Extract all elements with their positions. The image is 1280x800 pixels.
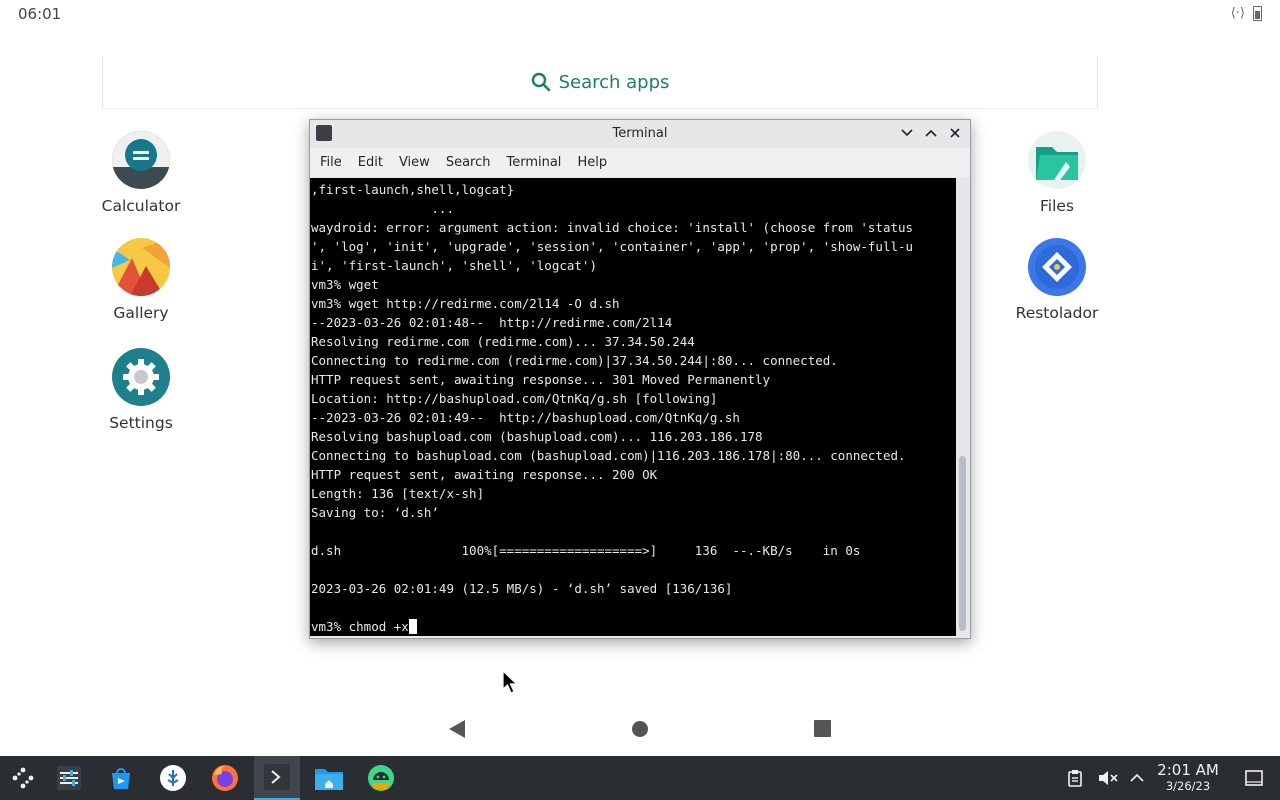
terminal-line: ...: [311, 201, 454, 216]
taskbar-konsole[interactable]: [254, 756, 300, 800]
clock-date: 3/26/23: [1165, 779, 1211, 793]
terminal-line: Connecting to bashupload.com (bashupload…: [311, 448, 906, 463]
close-icon: [950, 128, 960, 138]
terminal-line: Length: 136 [text/x-sh]: [311, 486, 485, 501]
app-launcher-icon: [12, 767, 34, 789]
menu-file[interactable]: File: [312, 155, 350, 170]
menu-bar: File Edit View Search Terminal Help: [310, 148, 970, 177]
taskbar-discover[interactable]: [98, 756, 144, 800]
app-gallery[interactable]: Gallery: [81, 238, 201, 322]
terminal-line: vm3% chmod +x: [311, 619, 409, 634]
status-icons: ⟨·⟩: [1231, 6, 1262, 21]
terminal-line: vm3% wget http://redirme.com/2l14 -O d.s…: [311, 296, 620, 311]
settings-icon: [112, 348, 170, 406]
app-launcher-button[interactable]: [0, 756, 46, 800]
recents-icon[interactable]: [814, 720, 831, 737]
menu-search[interactable]: Search: [438, 155, 499, 170]
search-placeholder: Search apps: [558, 71, 670, 93]
taskbar-steam[interactable]: [150, 756, 196, 800]
terminal-line: Location: http://bashupload.com/QtnKq/g.…: [311, 391, 718, 406]
konsole-icon: [264, 764, 290, 790]
window-title: Terminal: [612, 126, 668, 141]
terminal-line: HTTP request sent, awaiting response... …: [311, 372, 771, 387]
terminal-line: Resolving bashupload.com (bashupload.com…: [311, 429, 763, 444]
menu-terminal[interactable]: Terminal: [498, 155, 569, 170]
close-button[interactable]: [946, 124, 964, 142]
home-icon[interactable]: [632, 721, 648, 737]
text-cursor: [408, 619, 417, 634]
app-label: Gallery: [113, 304, 169, 322]
terminal-line: --2023-03-26 02:01:48-- http://redirme.c…: [311, 315, 673, 330]
app-files[interactable]: Files: [997, 131, 1117, 215]
app-restolador[interactable]: Restolador: [997, 238, 1117, 322]
waydroid-icon: [368, 765, 394, 791]
title-bar[interactable]: Terminal: [310, 120, 970, 148]
clock[interactable]: 2:01 AM 3/26/23: [1152, 761, 1224, 794]
firefox-icon: [212, 765, 238, 791]
back-icon[interactable]: [448, 719, 466, 739]
expand-tray-icon[interactable]: [1130, 773, 1144, 783]
calculator-icon: [112, 131, 170, 189]
terminal-output[interactable]: ,first-launch,shell,logcat} ... waydroid…: [310, 178, 956, 636]
app-calculator[interactable]: Calculator: [81, 131, 201, 215]
restolador-icon: [1028, 238, 1086, 296]
taskbar-system-settings[interactable]: [46, 756, 92, 800]
battery-icon: [1253, 6, 1262, 21]
terminal-line: i', 'first-launch', 'shell', 'logcat'): [311, 258, 597, 273]
terminal-line: --2023-03-26 02:01:49-- http://bashuploa…: [311, 410, 740, 425]
app-settings[interactable]: Settings: [81, 348, 201, 432]
taskbar-waydroid[interactable]: [358, 756, 404, 800]
status-time: 06:01: [18, 5, 62, 23]
clock-time: 2:01 AM: [1157, 761, 1219, 779]
app-label: Files: [1039, 197, 1074, 215]
volume-muted-icon[interactable]: [1098, 769, 1118, 787]
menu-help[interactable]: Help: [569, 155, 615, 170]
show-desktop-icon[interactable]: [1245, 770, 1263, 786]
search-bar[interactable]: Search apps: [102, 56, 1098, 109]
terminal-line: Connecting to redirme.com (redirme.com)|…: [311, 353, 838, 368]
scrollbar[interactable]: [956, 178, 970, 636]
terminal-line: Saving to: ‘d.sh’: [311, 505, 439, 520]
menu-view[interactable]: View: [391, 155, 438, 170]
system-settings-icon: [57, 766, 81, 790]
chevron-up-icon: [925, 129, 937, 137]
taskbar-firefox[interactable]: [202, 756, 248, 800]
clipboard-icon[interactable]: [1066, 769, 1084, 787]
terminal-line: ,first-launch,shell,logcat}: [311, 182, 515, 197]
terminal-line: vm3% wget: [311, 277, 379, 292]
dolphin-icon: [315, 769, 343, 790]
files-icon: [1028, 131, 1086, 189]
scrollbar-thumb[interactable]: [959, 456, 966, 631]
terminal-line: waydroid: error: argument action: invali…: [311, 220, 914, 235]
maximize-button[interactable]: [922, 124, 940, 142]
gallery-icon: [112, 238, 170, 296]
discover-icon: [112, 768, 130, 789]
terminal-line: d.sh 100%[===================>] 136 --.-…: [311, 543, 861, 558]
steam-icon: [160, 765, 186, 791]
menu-edit[interactable]: Edit: [350, 155, 391, 170]
taskbar-dolphin[interactable]: [306, 756, 352, 800]
terminal-window[interactable]: Terminal File Edit View Search Terminal …: [309, 119, 971, 639]
app-label: Settings: [109, 414, 173, 432]
search-icon: [531, 72, 550, 92]
terminal-line: ', 'log', 'init', 'upgrade', 'session', …: [311, 239, 914, 254]
minimize-button[interactable]: [898, 124, 916, 142]
terminal-line: 2023-03-26 02:01:49 (12.5 MB/s) - ‘d.sh’…: [311, 581, 733, 596]
network-icon: ⟨·⟩: [1230, 6, 1245, 21]
taskbar: 2:01 AM 3/26/23: [0, 756, 1280, 800]
terminal-line: HTTP request sent, awaiting response... …: [311, 467, 658, 482]
app-label: Restolador: [1015, 304, 1099, 322]
terminal-line: Resolving redirme.com (redirme.com)... 3…: [311, 334, 695, 349]
mouse-pointer-icon: [502, 670, 518, 694]
chevron-down-icon: [901, 129, 913, 137]
app-label: Calculator: [101, 197, 181, 215]
